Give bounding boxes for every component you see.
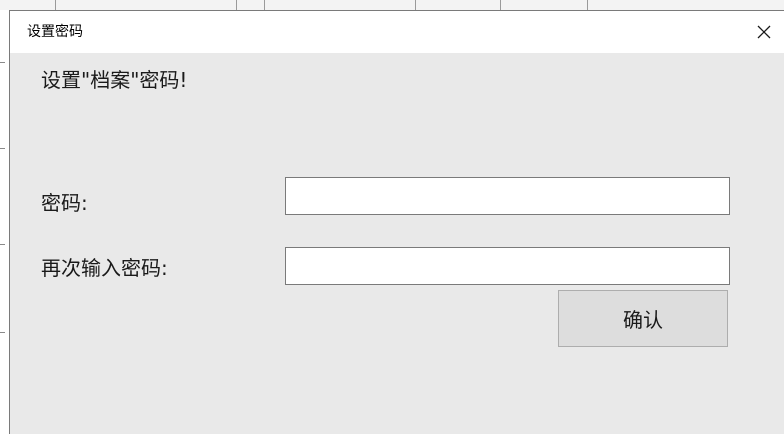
close-icon xyxy=(757,25,771,39)
password-label: 密码: xyxy=(41,191,88,215)
background-tick xyxy=(0,62,5,63)
background-divider xyxy=(236,0,237,10)
close-button[interactable] xyxy=(744,11,784,53)
password-input[interactable] xyxy=(285,177,730,215)
background-tick xyxy=(0,332,5,333)
confirm-password-label: 再次输入密码: xyxy=(41,256,168,280)
set-password-dialog: 设置密码 设置"档案"密码! 密码: 再次输入密码: 确认 xyxy=(9,10,784,434)
confirm-password-input[interactable] xyxy=(285,247,730,285)
dialog-title: 设置密码 xyxy=(27,24,83,40)
background-divider xyxy=(415,0,416,10)
confirm-button-label: 确认 xyxy=(623,308,663,332)
dialog-titlebar: 设置密码 xyxy=(10,11,784,53)
background-divider xyxy=(55,0,56,10)
background-divider xyxy=(500,0,501,10)
confirm-button[interactable]: 确认 xyxy=(558,290,728,347)
background-divider xyxy=(587,0,588,10)
dialog-heading: 设置"档案"密码! xyxy=(41,68,188,92)
background-tick xyxy=(0,244,5,245)
background-divider xyxy=(264,0,265,10)
background-tick xyxy=(0,148,5,149)
